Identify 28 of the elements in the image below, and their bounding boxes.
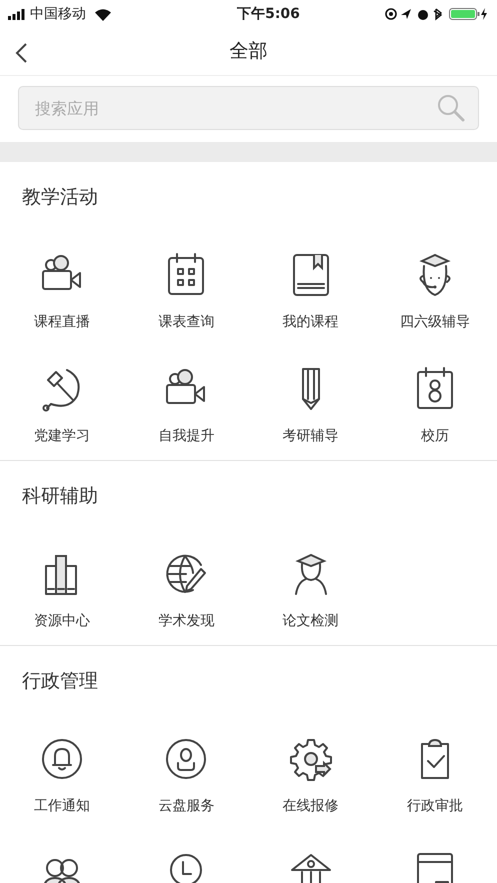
search-icon [437,94,465,122]
app-tile[interactable]: 我的课程 [248,232,373,346]
app-tile[interactable]: 论文检测 [248,531,373,645]
wifi-icon [94,8,112,20]
app-tile[interactable]: 课程直播 [0,232,124,346]
section-title: 教学活动 [22,184,98,210]
status-time: 下午5:06 [236,4,301,24]
app-tile[interactable]: 在线报修 [248,716,373,830]
section-title: 科研辅助 [22,484,98,509]
app-tile[interactable]: 课表查询 [124,232,248,346]
page-title: 全部 [230,39,268,64]
back-icon[interactable] [14,42,28,64]
battery-icon [449,7,489,21]
app-tile[interactable]: 党建学习 [0,346,124,460]
app-tile[interactable]: 云盘服务 [124,716,248,830]
app-tile[interactable]: 考研辅导 [248,346,373,460]
search-field[interactable]: 搜索应用 [18,86,479,130]
app-tile[interactable]: 资源中心 [0,531,124,645]
app-tile[interactable]: 自我提升 [124,346,248,460]
signal-icon [8,8,26,20]
app-tile[interactable]: 行政审批 [372,716,497,830]
app-tile[interactable]: 工作通知 [0,716,124,830]
app-tile[interactable]: 校历 [372,346,497,460]
app-tile[interactable]: 四六级辅导 [372,232,497,346]
app-tile[interactable]: 学术发现 [124,531,248,645]
status-icons-drawing [385,7,445,21]
section-title: 行政管理 [22,668,98,694]
carrier-name: 中国移动 [30,4,86,24]
